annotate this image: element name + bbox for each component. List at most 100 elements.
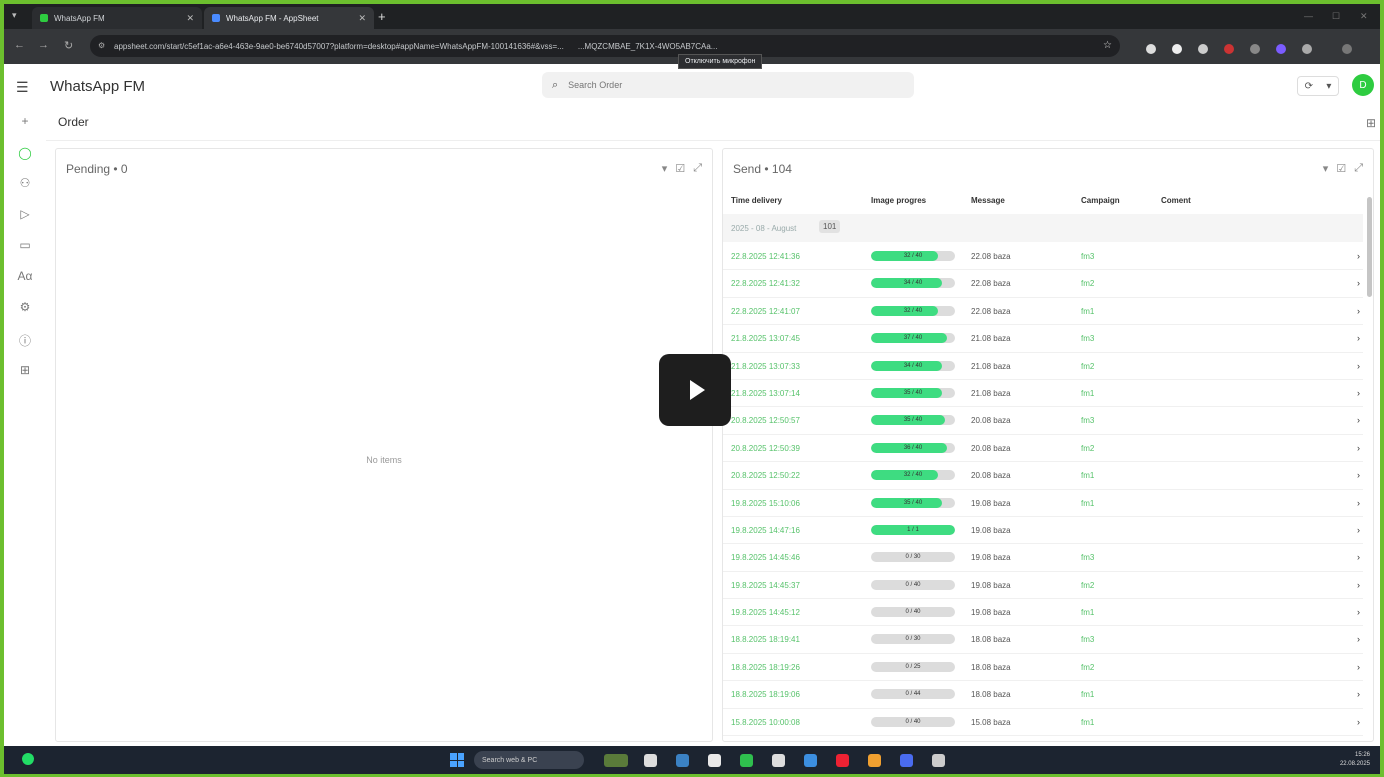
chevron-right-icon[interactable]: › [1357, 717, 1360, 727]
column-header-message[interactable]: Message [971, 196, 1005, 205]
group-icon[interactable]: ⚇ [16, 176, 34, 194]
chevron-right-icon[interactable]: › [1357, 607, 1360, 617]
chevron-right-icon[interactable]: › [1357, 580, 1360, 590]
windows-start-icon[interactable] [450, 753, 464, 767]
table-row[interactable]: 21.8.2025 13:07:14 35 / 40 21.08 baza fm1 › [723, 380, 1363, 408]
forward-icon[interactable]: → [38, 39, 49, 51]
chevron-right-icon[interactable]: › [1357, 552, 1360, 562]
sync-button[interactable]: ⟳ ▾ [1297, 76, 1339, 96]
filter-icon[interactable]: ▾ [1323, 162, 1329, 175]
apps-grid-icon[interactable]: ⊞ [16, 363, 34, 381]
widget-icon[interactable] [22, 753, 34, 765]
expand-icon[interactable]: ⤢ [693, 162, 702, 175]
table-row[interactable]: 19.8.2025 14:47:16 1 / 1 19.08 baza › [723, 517, 1363, 545]
close-tab-icon[interactable]: ✕ [358, 13, 366, 24]
chat-icon[interactable]: ◯ [16, 146, 34, 164]
taskview-icon[interactable] [644, 754, 657, 767]
table-row[interactable]: 18.8.2025 18:19:41 0 / 30 18.08 baza fm3 › [723, 626, 1363, 654]
select-icon[interactable]: ☑ [1336, 162, 1346, 175]
media-icon[interactable] [1198, 44, 1208, 54]
folder-icon[interactable]: ▭ [16, 238, 34, 256]
bookmark-star-icon[interactable]: ☆ [1103, 40, 1112, 51]
group-header[interactable]: 2025 - 08 - August 101 [723, 214, 1363, 242]
table-row[interactable]: 19.8.2025 14:45:46 0 / 30 19.08 baza fm3 › [723, 544, 1363, 572]
yandex-browser-icon[interactable] [836, 754, 849, 767]
puzzle-icon[interactable] [1302, 44, 1312, 54]
spreadsheet-icon[interactable] [740, 754, 753, 767]
chevron-right-icon[interactable]: › [1357, 662, 1360, 672]
column-header-coment[interactable]: Coment [1161, 196, 1191, 205]
landscape-icon[interactable] [604, 754, 628, 767]
notepad-icon[interactable] [708, 754, 721, 767]
table-row[interactable]: 19.8.2025 14:45:37 0 / 40 19.08 baza fm2 › [723, 572, 1363, 600]
chevron-right-icon[interactable]: › [1357, 333, 1360, 343]
close-tab-icon[interactable]: ✕ [186, 13, 194, 24]
chrome-icon[interactable] [868, 754, 881, 767]
chevron-right-icon[interactable]: › [1357, 498, 1360, 508]
table-row[interactable]: 18.8.2025 18:19:06 0 / 44 18.08 baza fm1 › [723, 681, 1363, 709]
table-row[interactable]: 21.8.2025 13:07:45 37 / 40 21.08 baza fm3 › [723, 325, 1363, 353]
new-tab-icon[interactable]: + [378, 9, 386, 24]
table-row[interactable]: 18.8.2025 18:19:26 0 / 25 18.08 baza fm2 › [723, 654, 1363, 682]
chevron-right-icon[interactable]: › [1357, 634, 1360, 644]
discord-icon[interactable] [900, 754, 913, 767]
extension-icon[interactable] [1250, 44, 1260, 54]
table-row[interactable]: 22.8.2025 12:41:32 34 / 40 22.08 baza fm2 › [723, 270, 1363, 298]
add-icon[interactable]: + [16, 114, 34, 132]
vscode-icon[interactable] [804, 754, 817, 767]
play-icon[interactable]: ▷ [16, 207, 34, 225]
chevron-right-icon[interactable]: › [1357, 251, 1360, 261]
reload-icon[interactable]: ↻ [64, 39, 73, 52]
table-row[interactable]: 21.8.2025 13:07:33 34 / 40 21.08 baza fm2 › [723, 353, 1363, 380]
taskbar-search[interactable]: Search web & PC [474, 751, 584, 769]
text-icon[interactable]: Aα [16, 269, 34, 287]
column-header-progress[interactable]: Image progres [871, 196, 926, 205]
scrollbar[interactable] [1367, 197, 1372, 297]
chevron-right-icon[interactable]: › [1357, 361, 1360, 371]
document-icon[interactable] [772, 754, 785, 767]
search-input[interactable] [568, 80, 869, 90]
chevron-right-icon[interactable]: › [1357, 470, 1360, 480]
info-icon[interactable]: ⓘ [16, 332, 34, 350]
table-row[interactable]: 19.8.2025 15:10:06 35 / 40 19.08 baza fm1 › [723, 490, 1363, 517]
close-window-icon[interactable]: ✕ [1360, 11, 1368, 22]
app-icon[interactable] [932, 754, 945, 767]
chevron-right-icon[interactable]: › [1357, 443, 1360, 453]
browser-tab-1[interactable]: WhatsApp FM ✕ [32, 7, 202, 29]
chevron-right-icon[interactable]: › [1357, 306, 1360, 316]
browser-tab-2[interactable]: WhatsApp FM - AppSheet ✕ [204, 7, 374, 29]
pen-icon[interactable] [1172, 44, 1182, 54]
column-header-campaign[interactable]: Campaign [1081, 196, 1120, 205]
site-info-icon[interactable]: ⚙ [98, 41, 105, 50]
chevron-right-icon[interactable]: › [1357, 388, 1360, 398]
avatar[interactable]: D [1352, 74, 1374, 96]
tab-search-icon[interactable]: ▾ [12, 10, 17, 21]
maximize-icon[interactable]: ☐ [1332, 11, 1340, 22]
settings-icon[interactable]: ⚙ [16, 300, 34, 318]
extension-icon[interactable] [1146, 44, 1156, 54]
profile-icon[interactable] [1342, 44, 1352, 54]
address-bar[interactable]: ⚙ appsheet.com/start/c5ef1ac-a6e4-463e-9… [90, 35, 1120, 57]
system-clock[interactable]: 15:26 22.08.2025 [1340, 751, 1370, 769]
table-row[interactable]: 22.8.2025 12:41:07 32 / 40 22.08 baza fm1 › [723, 298, 1363, 326]
extension-icon[interactable] [1224, 44, 1234, 54]
table-row[interactable]: 22.8.2025 12:41:36 32 / 40 22.08 baza fm3 › [723, 243, 1363, 271]
chevron-right-icon[interactable]: › [1357, 278, 1360, 288]
store-icon[interactable] [676, 754, 689, 767]
select-icon[interactable]: ☑ [675, 162, 685, 175]
chevron-right-icon[interactable]: › [1357, 525, 1360, 535]
search-box[interactable]: ⌕ [542, 72, 914, 98]
table-row[interactable]: 19.8.2025 14:45:12 0 / 40 19.08 baza fm1 › [723, 599, 1363, 627]
table-row[interactable]: 20.8.2025 12:50:39 36 / 40 20.08 baza fm2 › [723, 435, 1363, 463]
filter-icon[interactable]: ▾ [662, 162, 668, 175]
menu-icon[interactable]: ☰ [16, 79, 29, 96]
chevron-right-icon[interactable]: › [1357, 689, 1360, 699]
table-row[interactable]: 20.8.2025 12:50:57 35 / 40 20.08 baza fm3 › [723, 407, 1363, 435]
back-icon[interactable]: ← [14, 39, 25, 51]
minimize-icon[interactable]: — [1304, 11, 1313, 21]
table-row[interactable]: 15.8.2025 10:00:08 0 / 40 15.08 baza fm1 › [723, 709, 1363, 737]
expand-icon[interactable]: ⤢ [1354, 162, 1363, 175]
extension-icon[interactable] [1276, 44, 1286, 54]
layout-icon[interactable]: ⊞ [1366, 116, 1376, 130]
play-button[interactable] [659, 354, 731, 426]
